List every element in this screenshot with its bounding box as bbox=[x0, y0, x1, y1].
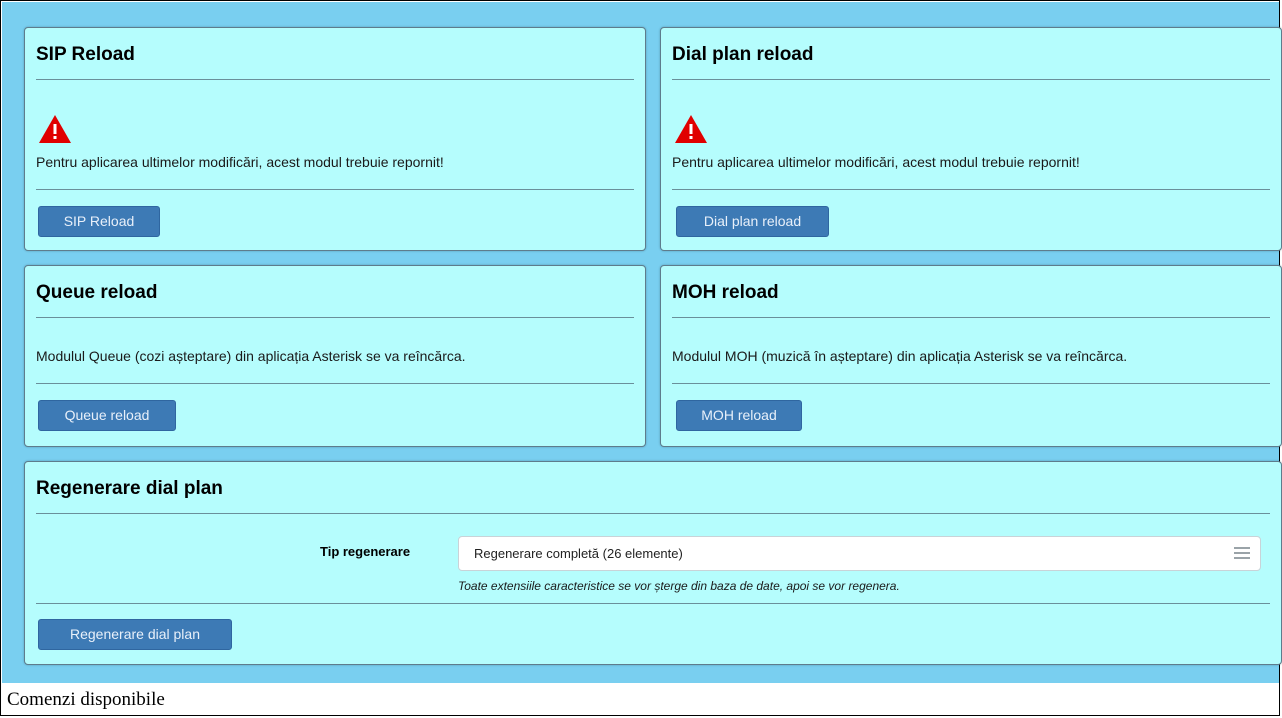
reload-message: Pentru aplicarea ultimelor modificări, a… bbox=[36, 154, 444, 170]
divider bbox=[672, 317, 1270, 318]
selected-value: Regenerare completă (26 elemente) bbox=[474, 546, 683, 561]
hamburger-menu-icon bbox=[1234, 547, 1250, 562]
reload-message: Modulul Queue (cozi așteptare) din aplic… bbox=[36, 348, 466, 364]
panel-title: Queue reload bbox=[36, 282, 158, 303]
panel-title: MOH reload bbox=[672, 282, 779, 303]
commands-screen: SIP Reload Pentru aplicarea ultimelor mo… bbox=[2, 2, 1282, 683]
queue-reload-button[interactable]: Queue reload bbox=[38, 400, 176, 431]
figure-frame: SIP Reload Pentru aplicarea ultimelor mo… bbox=[0, 0, 1282, 716]
dialplan-reload-panel: Dial plan reload Pentru aplicarea ultime… bbox=[660, 27, 1282, 251]
moh-reload-button[interactable]: MOH reload bbox=[676, 400, 802, 431]
panel-title: Dial plan reload bbox=[672, 44, 814, 65]
panel-title: SIP Reload bbox=[36, 44, 135, 65]
divider bbox=[36, 513, 1270, 514]
queue-reload-panel: Queue reload Modulul Queue (cozi aștepta… bbox=[24, 265, 646, 447]
dialplan-reload-button[interactable]: Dial plan reload bbox=[676, 206, 829, 237]
divider bbox=[36, 603, 1270, 604]
regeneration-type-label: Tip regenerare bbox=[320, 544, 411, 559]
divider bbox=[36, 317, 634, 318]
divider bbox=[672, 383, 1270, 384]
figure-caption: Comenzi disponibile bbox=[7, 689, 165, 710]
regenerate-dialplan-button[interactable]: Regenerare dial plan bbox=[38, 619, 232, 650]
reload-message: Pentru aplicarea ultimelor modificări, a… bbox=[672, 154, 1080, 170]
divider bbox=[36, 79, 634, 80]
warning-icon bbox=[39, 115, 71, 143]
sip-reload-button[interactable]: SIP Reload bbox=[38, 206, 160, 237]
reload-message: Modulul MOH (muzică în așteptare) din ap… bbox=[672, 348, 1128, 364]
divider bbox=[672, 189, 1270, 190]
divider bbox=[672, 79, 1270, 80]
sip-reload-panel: SIP Reload Pentru aplicarea ultimelor mo… bbox=[24, 27, 646, 251]
divider bbox=[36, 383, 634, 384]
regenerate-dialplan-panel: Regenerare dial plan Tip regenerare Rege… bbox=[24, 461, 1282, 665]
divider bbox=[36, 189, 634, 190]
moh-reload-panel: MOH reload Modulul MOH (muzică în aștept… bbox=[660, 265, 1282, 447]
regeneration-type-select[interactable]: Regenerare completă (26 elemente) bbox=[458, 536, 1261, 571]
panel-title: Regenerare dial plan bbox=[36, 478, 223, 499]
warning-icon bbox=[675, 115, 707, 143]
help-text: Toate extensiile caracteristice se vor ș… bbox=[458, 579, 900, 593]
